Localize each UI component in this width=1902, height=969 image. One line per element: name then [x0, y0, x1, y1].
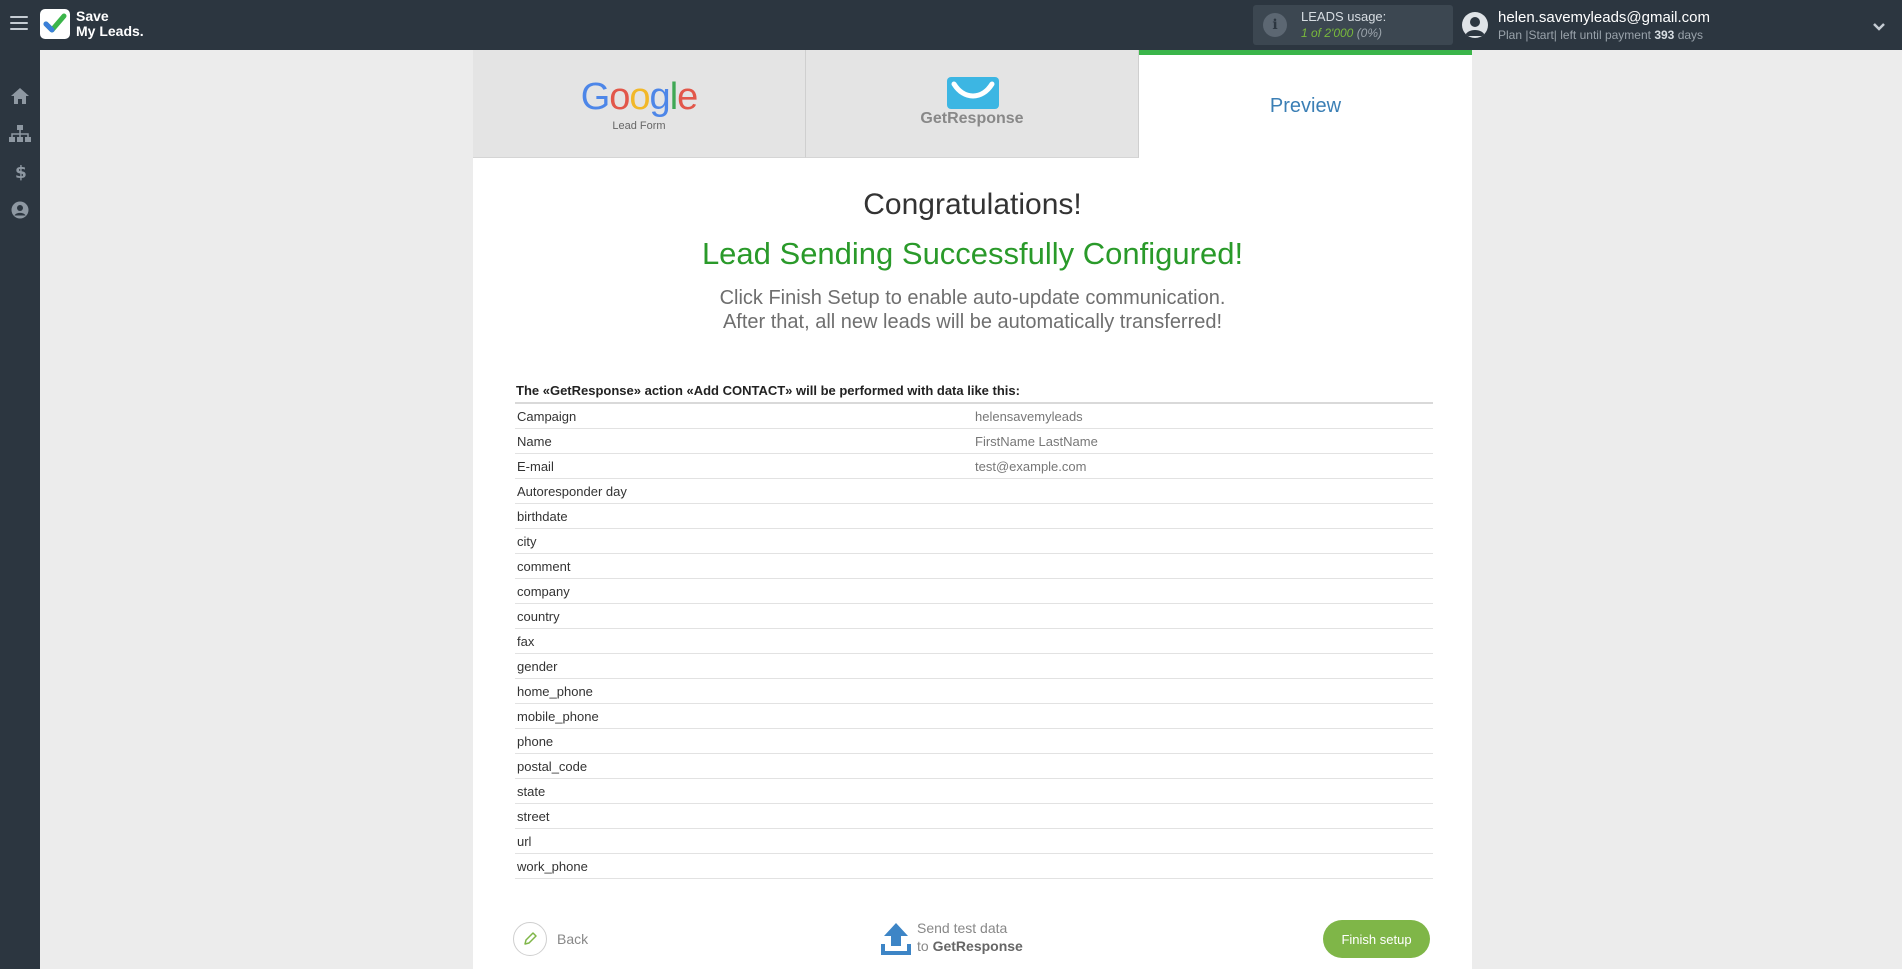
- table-row: gender: [515, 654, 1433, 679]
- tab-preview[interactable]: Preview: [1139, 50, 1472, 158]
- sitemap-icon[interactable]: [8, 122, 32, 146]
- google-logo: Google: [580, 76, 699, 118]
- back-label: Back: [557, 931, 589, 947]
- success-message: Lead Sending Successfully Configured!: [701, 236, 1244, 271]
- field-name: comment: [517, 559, 571, 574]
- field-value: helensavemyleads: [975, 409, 1083, 424]
- finish-setup-button[interactable]: Finish setup: [1323, 920, 1430, 958]
- back-button[interactable]: Back: [513, 921, 588, 957]
- field-name: home_phone: [517, 684, 593, 699]
- table-row: postal_code: [515, 754, 1433, 779]
- usage-count: 1 of 2'000: [1301, 26, 1354, 40]
- desc-line-2: After that, all new leads will be automa…: [722, 311, 1223, 333]
- table-row: E-mail test@example.com: [515, 454, 1433, 479]
- field-name: gender: [517, 659, 558, 674]
- table-row: street: [515, 804, 1433, 829]
- svg-text:$: $: [15, 163, 26, 182]
- field-name: url: [517, 834, 532, 849]
- table-row: Campaign helensavemyleads: [515, 404, 1433, 429]
- field-value: test@example.com: [975, 459, 1087, 474]
- home-icon[interactable]: [8, 84, 32, 108]
- sidebar: $: [0, 50, 40, 969]
- table-row: city: [515, 529, 1433, 554]
- field-name: street: [517, 809, 550, 824]
- send-target: GetResponse: [932, 938, 1023, 954]
- plan-suffix: days: [1677, 28, 1704, 42]
- pencil-icon: [513, 922, 547, 956]
- user-email: helen.savemyleads@gmail.com: [1498, 9, 1710, 26]
- field-name: work_phone: [517, 859, 588, 874]
- chevron-down-icon[interactable]: [1872, 19, 1886, 37]
- top-bar: Save My Leads. i LEADS usage: 1 of 2'000…: [0, 0, 1902, 50]
- field-name: phone: [517, 734, 554, 749]
- congrats-heading: Congratulations!: [863, 188, 1082, 221]
- info-icon: i: [1263, 13, 1287, 37]
- plan-prefix: Plan |Start| left until payment: [1498, 28, 1651, 42]
- app-logo[interactable]: Save My Leads.: [40, 9, 144, 39]
- destination-name: GetResponse: [920, 110, 1024, 127]
- tab-source-google[interactable]: Google Lead Form: [473, 50, 806, 158]
- desc-line-1: Click Finish Setup to enable auto-update…: [719, 287, 1226, 309]
- table-row: url: [515, 829, 1433, 854]
- plan-info: Plan |Start| left until payment 393 days: [1498, 28, 1703, 42]
- table-row: phone: [515, 729, 1433, 754]
- logo-check-icon: [40, 9, 70, 39]
- table-row: comment: [515, 554, 1433, 579]
- logo-text: Save My Leads.: [76, 8, 144, 39]
- usage-percent: (0%): [1356, 26, 1383, 40]
- table-row: state: [515, 779, 1433, 804]
- menu-toggle-icon[interactable]: [10, 16, 28, 32]
- dollar-icon[interactable]: $: [8, 160, 32, 184]
- field-name: mobile_phone: [517, 709, 599, 724]
- data-preview-table: Campaign helensavemyleads Name FirstName La…: [515, 402, 1433, 879]
- field-name: Autoresponder day: [517, 484, 627, 499]
- data-table-title: The «GetResponse» action «Add CONTACT» w…: [516, 383, 1020, 398]
- leads-usage-widget[interactable]: i LEADS usage: 1 of 2'000 (0%): [1253, 5, 1453, 45]
- field-name: E-mail: [517, 459, 554, 474]
- table-row: work_phone: [515, 854, 1433, 879]
- usage-value: 1 of 2'000 (0%): [1301, 26, 1382, 40]
- table-row: company: [515, 579, 1433, 604]
- field-name: company: [517, 584, 570, 599]
- source-sub-label: Lead Form: [612, 120, 666, 132]
- table-row: mobile_phone: [515, 704, 1433, 729]
- table-row: Autoresponder day: [515, 479, 1433, 504]
- field-name: state: [517, 784, 546, 799]
- field-value: FirstName LastName: [975, 434, 1098, 449]
- field-name: postal_code: [517, 759, 588, 774]
- plan-days: 393: [1654, 28, 1675, 42]
- usage-label: LEADS usage:: [1301, 9, 1387, 24]
- table-row: home_phone: [515, 679, 1433, 704]
- table-row: Name FirstName LastName: [515, 429, 1433, 454]
- avatar: [1462, 12, 1488, 38]
- field-name: birthdate: [517, 509, 568, 524]
- setup-panel: Google Lead Form GetResponse Preview Con…: [473, 50, 1472, 969]
- send-test-line-1: Send test data: [917, 920, 1008, 936]
- table-row: birthdate: [515, 504, 1433, 529]
- field-name: city: [517, 534, 537, 549]
- table-row: country: [515, 604, 1433, 629]
- field-name: Campaign: [517, 409, 577, 424]
- send-test-line-2: to GetResponse: [917, 938, 1023, 954]
- send-to: to: [917, 938, 929, 954]
- user-menu[interactable]: helen.savemyleads@gmail.com Plan |Start|…: [1462, 6, 1882, 44]
- setup-description: Click Finish Setup to enable auto-update…: [473, 286, 1472, 334]
- field-name: country: [517, 609, 560, 624]
- preview-label: Preview: [1269, 95, 1342, 117]
- step-tabs: Google Lead Form GetResponse Preview: [473, 50, 1472, 158]
- field-name: fax: [517, 634, 535, 649]
- table-row: fax: [515, 629, 1433, 654]
- tab-destination-getresponse[interactable]: GetResponse: [806, 50, 1139, 158]
- field-name: Name: [517, 434, 552, 449]
- upload-icon: [880, 922, 912, 961]
- user-circle-icon[interactable]: [8, 198, 32, 222]
